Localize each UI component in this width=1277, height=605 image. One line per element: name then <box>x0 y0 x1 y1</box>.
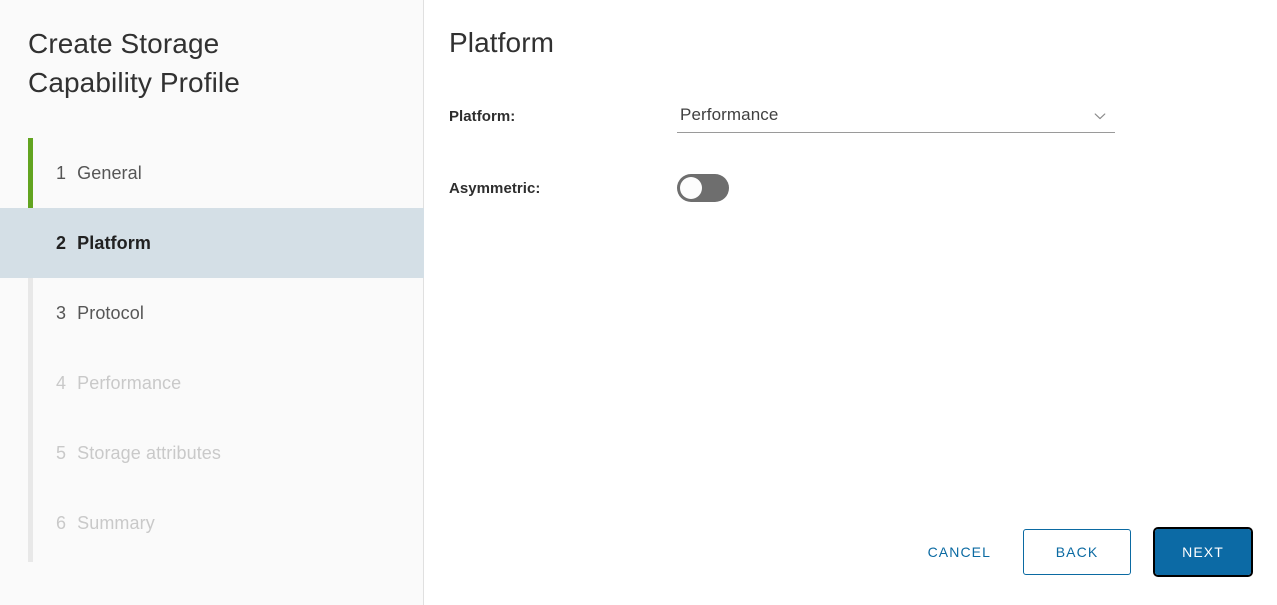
asymmetric-label: Asymmetric: <box>449 172 677 206</box>
next-button[interactable]: NEXT <box>1155 529 1251 575</box>
platform-label: Platform: <box>449 100 677 134</box>
wizard-sidebar: Create Storage Capability Profile 1 Gene… <box>0 0 424 605</box>
step-number: 1 <box>56 163 66 184</box>
step-label: Protocol <box>77 303 144 324</box>
step-number: 4 <box>56 373 66 394</box>
wizard-content: Platform Platform: Performance <box>424 0 1277 605</box>
sidebar-step-protocol[interactable]: 3 Protocol <box>0 278 424 348</box>
cancel-button[interactable]: CANCEL <box>914 535 1005 569</box>
wizard-footer: CANCEL BACK NEXT <box>914 527 1253 577</box>
toggle-knob <box>680 177 702 199</box>
page-title: Platform <box>449 26 554 60</box>
asymmetric-control <box>677 172 1253 202</box>
step-number: 3 <box>56 303 66 324</box>
asymmetric-toggle[interactable] <box>677 174 729 202</box>
sidebar-step-general[interactable]: 1 General <box>0 138 424 208</box>
step-number: 2 <box>56 233 66 254</box>
chevron-down-icon <box>1093 109 1107 123</box>
sidebar-step-platform[interactable]: 2 Platform <box>0 208 424 278</box>
asymmetric-field-row: Asymmetric: <box>449 172 1253 206</box>
platform-form: Platform: Performance Asymmetric: <box>449 100 1253 244</box>
sidebar-step-performance: 4 Performance <box>0 348 424 418</box>
next-button-focus-ring: NEXT <box>1153 527 1253 577</box>
step-label: Performance <box>77 373 181 394</box>
platform-select[interactable]: Performance <box>677 100 1115 133</box>
step-label: Summary <box>77 513 155 534</box>
sidebar-step-summary: 6 Summary <box>0 488 424 558</box>
platform-select-value: Performance <box>680 100 778 130</box>
step-number: 6 <box>56 513 66 534</box>
step-list: 1 General 2 Platform 3 Protocol 4 Perfor… <box>0 138 424 558</box>
step-label: Storage attributes <box>77 443 221 464</box>
step-number: 5 <box>56 443 66 464</box>
wizard-step-navigation: 1 General 2 Platform 3 Protocol 4 Perfor… <box>0 138 424 558</box>
step-label: Platform <box>77 233 151 254</box>
sidebar-step-storage-attributes: 5 Storage attributes <box>0 418 424 488</box>
step-label: General <box>77 163 142 184</box>
platform-field-row: Platform: Performance <box>449 100 1253 134</box>
platform-control: Performance <box>677 100 1253 133</box>
back-button[interactable]: BACK <box>1023 529 1131 575</box>
wizard-title: Create Storage Capability Profile <box>28 24 358 102</box>
wizard-dialog: Create Storage Capability Profile 1 Gene… <box>0 0 1277 605</box>
